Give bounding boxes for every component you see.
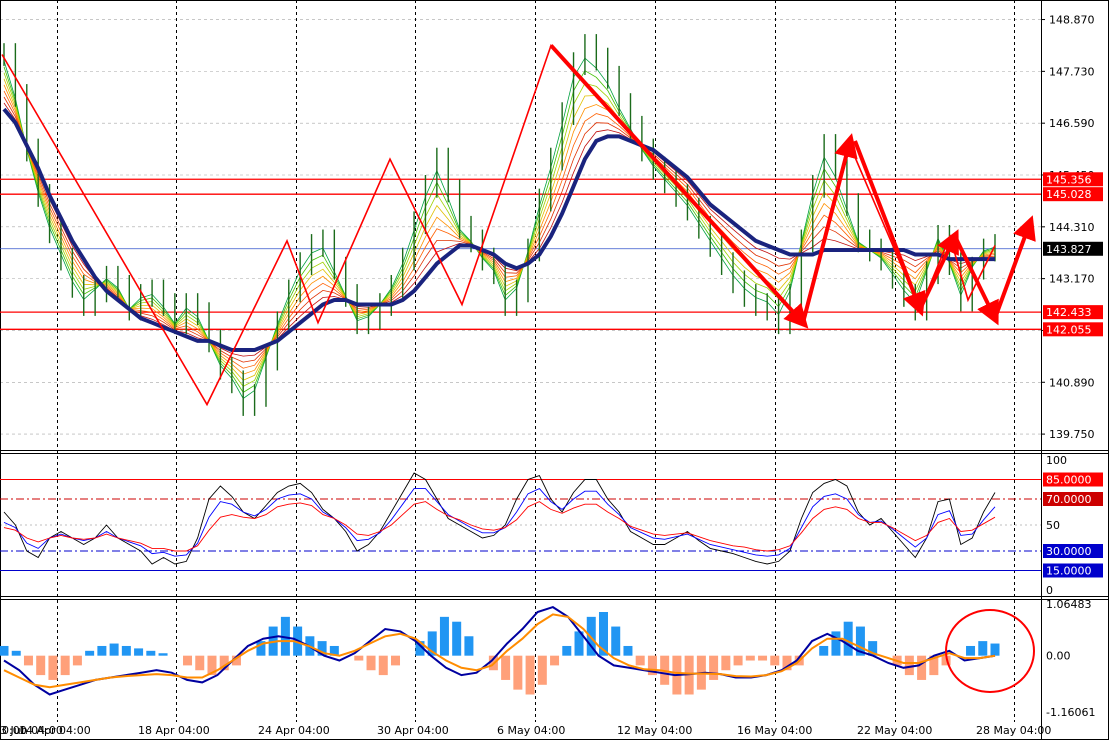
grid [0, 0, 1109, 740]
macd-tick-label: 0.00 [1046, 650, 1071, 663]
stoch-tick-label: 50 [1046, 519, 1060, 532]
stoch-line [3, 472, 996, 565]
macd-histogram-bar [550, 655, 560, 666]
chart-frame [0, 0, 1109, 740]
stoch-line [3, 501, 996, 552]
macd-histogram-bar [464, 636, 474, 656]
macd-histogram-bar [121, 645, 131, 656]
level-price-tag: 142.433 [1046, 306, 1092, 319]
price-tick-label: 146.590 [1049, 117, 1095, 130]
macd-histogram-bar [758, 655, 768, 661]
macd-histogram-bar [623, 645, 633, 656]
zigzag-line [1, 43, 996, 407]
macd-histogram-bar [562, 645, 572, 656]
highlight-circle [945, 609, 1035, 693]
macd-histogram-bar [439, 616, 449, 656]
ribbon-line [3, 57, 996, 400]
macd-histogram-bar [36, 655, 46, 676]
forecast-arrow [853, 140, 926, 317]
macd-histogram-bar [513, 655, 523, 690]
macd-histogram-bar [819, 645, 829, 656]
level-price-tag: 142.055 [1046, 323, 1092, 336]
time-axis-label: 22 May 04:00 [857, 724, 932, 737]
stoch-tick-label: 0 [1046, 584, 1053, 597]
price-panel [0, 19, 1041, 435]
macd-histogram-bar [195, 655, 205, 671]
macd-histogram-bar [354, 655, 364, 661]
time-axis-label: 18 Apr 04:00 [138, 724, 210, 737]
stoch-level-tag: 70.0000 [1046, 493, 1092, 506]
level-price-tag: 145.028 [1046, 188, 1092, 201]
macd-tick-label: 1.06483 [1046, 598, 1092, 611]
stochastic-panel [0, 472, 1041, 571]
macd-histogram-bar [378, 655, 388, 676]
macd-histogram-bar [721, 655, 731, 671]
time-axis-label: 12 May 04:00 [617, 724, 692, 737]
stoch-tick-label: 100 [1046, 454, 1067, 467]
macd-histogram-bar [366, 655, 376, 671]
macd-histogram-bar [109, 643, 119, 656]
price-tick-label: 148.870 [1049, 14, 1095, 27]
axes: 148.870147.730146.590145.450144.310143.1… [0, 14, 1103, 737]
price-tick-label: 147.730 [1049, 65, 1095, 78]
macd-histogram-bar [0, 645, 9, 656]
time-axis-label: 16 May 04:00 [737, 724, 812, 737]
macd-histogram-bar [11, 650, 21, 656]
macd-tick-label: -1.16061 [1046, 706, 1095, 719]
macd-histogram-bar [611, 626, 621, 656]
time-axis-label: 6 May 04:00 [497, 724, 565, 737]
macd-histogram-bar [733, 655, 743, 666]
price-tick-label: 144.310 [1049, 221, 1095, 234]
level-price-tag: 145.356 [1046, 173, 1092, 186]
macd-histogram-bar [97, 645, 107, 656]
macd-histogram-bar [158, 653, 168, 656]
price-tick-label: 140.890 [1049, 376, 1095, 389]
ribbon-line [3, 84, 996, 375]
macd-histogram-bar [48, 655, 58, 680]
macd-histogram-bar [134, 648, 144, 656]
chart-canvas: 148.870147.730146.590145.450144.310143.1… [0, 0, 1109, 740]
time-axis-label: 3 Jun 04:00 [0, 724, 63, 737]
forecast-arrow [549, 44, 809, 329]
current-price-tag: 143.827 [1046, 243, 1092, 256]
macd-histogram-bar [843, 621, 853, 656]
forecast-arrow [993, 215, 1036, 319]
macd-histogram-bar [831, 631, 841, 656]
macd-histogram-bar [146, 650, 156, 656]
price-tick-label: 143.170 [1049, 273, 1095, 286]
macd-histogram-bar [745, 655, 755, 661]
stoch-level-tag: 15.0000 [1046, 565, 1092, 578]
price-tick-label: 139.750 [1049, 428, 1095, 441]
macd-histogram-bar [23, 655, 33, 666]
macd-histogram-bar [72, 655, 82, 666]
macd-histogram-bar [183, 655, 193, 666]
stoch-level-tag: 30.0000 [1046, 545, 1092, 558]
macd-histogram-bar [635, 655, 645, 666]
macd-histogram-bar [452, 621, 462, 656]
macd-histogram-bar [60, 655, 70, 676]
macd-histogram-bar [966, 645, 976, 656]
macd-histogram-bar [525, 655, 535, 695]
time-axis-label: 28 May 04:00 [976, 724, 1051, 737]
macd-histogram-bar [978, 641, 988, 656]
macd-histogram-bar [501, 655, 511, 680]
macd-histogram-bar [990, 643, 1000, 656]
time-axis-label: 30 Apr 04:00 [377, 724, 449, 737]
forecast-arrow [801, 133, 858, 324]
macd-histogram-bar [770, 655, 780, 666]
macd-histogram-bar [537, 655, 547, 685]
macd-histogram-bar [709, 655, 719, 680]
time-axis-label: 24 Apr 04:00 [258, 724, 330, 737]
stoch-level-tag: 85.0000 [1046, 474, 1092, 487]
macd-panel [0, 606, 1035, 696]
macd-histogram-bar [917, 655, 927, 680]
macd-histogram-bar [391, 655, 401, 666]
macd-histogram-bar [85, 650, 95, 656]
